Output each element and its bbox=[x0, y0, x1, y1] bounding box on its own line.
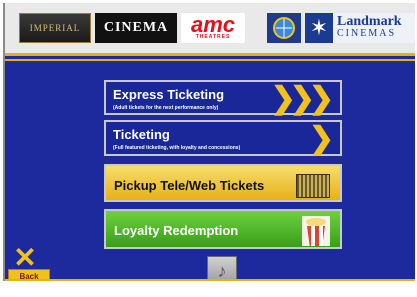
close-x-icon[interactable]: ✕ bbox=[10, 244, 40, 272]
imperial-logo: IMPERIAL bbox=[19, 13, 91, 43]
landmark-logo: ✶ Landmark CINEMAS bbox=[305, 13, 415, 43]
pickup-tickets-button[interactable]: Pickup Tele/Web Tickets bbox=[104, 164, 342, 202]
express-ticketing-button[interactable]: Express Ticketing (Adult tickets for the… bbox=[104, 80, 342, 115]
bottom-divider bbox=[5, 279, 415, 281]
popcorn-cup bbox=[307, 226, 325, 246]
imperial-logo-text: IMPERIAL bbox=[29, 23, 81, 33]
landmark-logo-sub: CINEMAS bbox=[337, 28, 397, 39]
pickup-tickets-title: Pickup Tele/Web Tickets bbox=[114, 178, 265, 193]
kiosk-panel: IMPERIAL CINEMA amc THEATRES ✶ Landmark … bbox=[3, 3, 415, 281]
header-logo-bar: IMPERIAL CINEMA amc THEATRES ✶ Landmark … bbox=[5, 3, 415, 56]
amc-logo-text: amc bbox=[190, 12, 236, 37]
loyalty-redemption-title: Loyalty Redemption bbox=[114, 223, 239, 238]
cinema-logo-text: CINEMA bbox=[103, 20, 169, 35]
express-ticketing-title: Express Ticketing bbox=[113, 87, 225, 102]
loyalty-redemption-button[interactable]: Loyalty Redemption bbox=[104, 209, 342, 249]
express-ticketing-subtitle: (Adult tickets for the next performance … bbox=[113, 105, 219, 111]
globe-logo-icon bbox=[267, 13, 301, 43]
ticket-stub-icon bbox=[296, 174, 330, 198]
ticketing-subtitle: (Full featured ticketing, with loyalty a… bbox=[113, 145, 241, 151]
ticketing-button[interactable]: Ticketing (Full featured ticketing, with… bbox=[104, 120, 342, 156]
chevron-right-icon: ❯ bbox=[308, 122, 334, 155]
popcorn-kernels bbox=[306, 218, 326, 226]
ticketing-title: Ticketing bbox=[113, 127, 170, 142]
landmark-star-icon: ✶ bbox=[305, 13, 333, 43]
screen: IMPERIAL CINEMA amc THEATRES ✶ Landmark … bbox=[0, 0, 417, 297]
triple-chevron-right-icon: ❯❯❯ bbox=[270, 82, 334, 115]
music-note-icon[interactable]: ♪ bbox=[207, 256, 237, 281]
cinema-logo: CINEMA bbox=[95, 13, 177, 43]
top-divider bbox=[5, 59, 415, 61]
landmark-logo-text: Landmark CINEMAS bbox=[337, 14, 402, 40]
amc-logo-subtext: THEATRES bbox=[195, 34, 231, 40]
popcorn-icon bbox=[302, 216, 330, 246]
landmark-logo-name: Landmark bbox=[337, 14, 402, 29]
amc-logo: amc THEATRES bbox=[181, 13, 245, 43]
